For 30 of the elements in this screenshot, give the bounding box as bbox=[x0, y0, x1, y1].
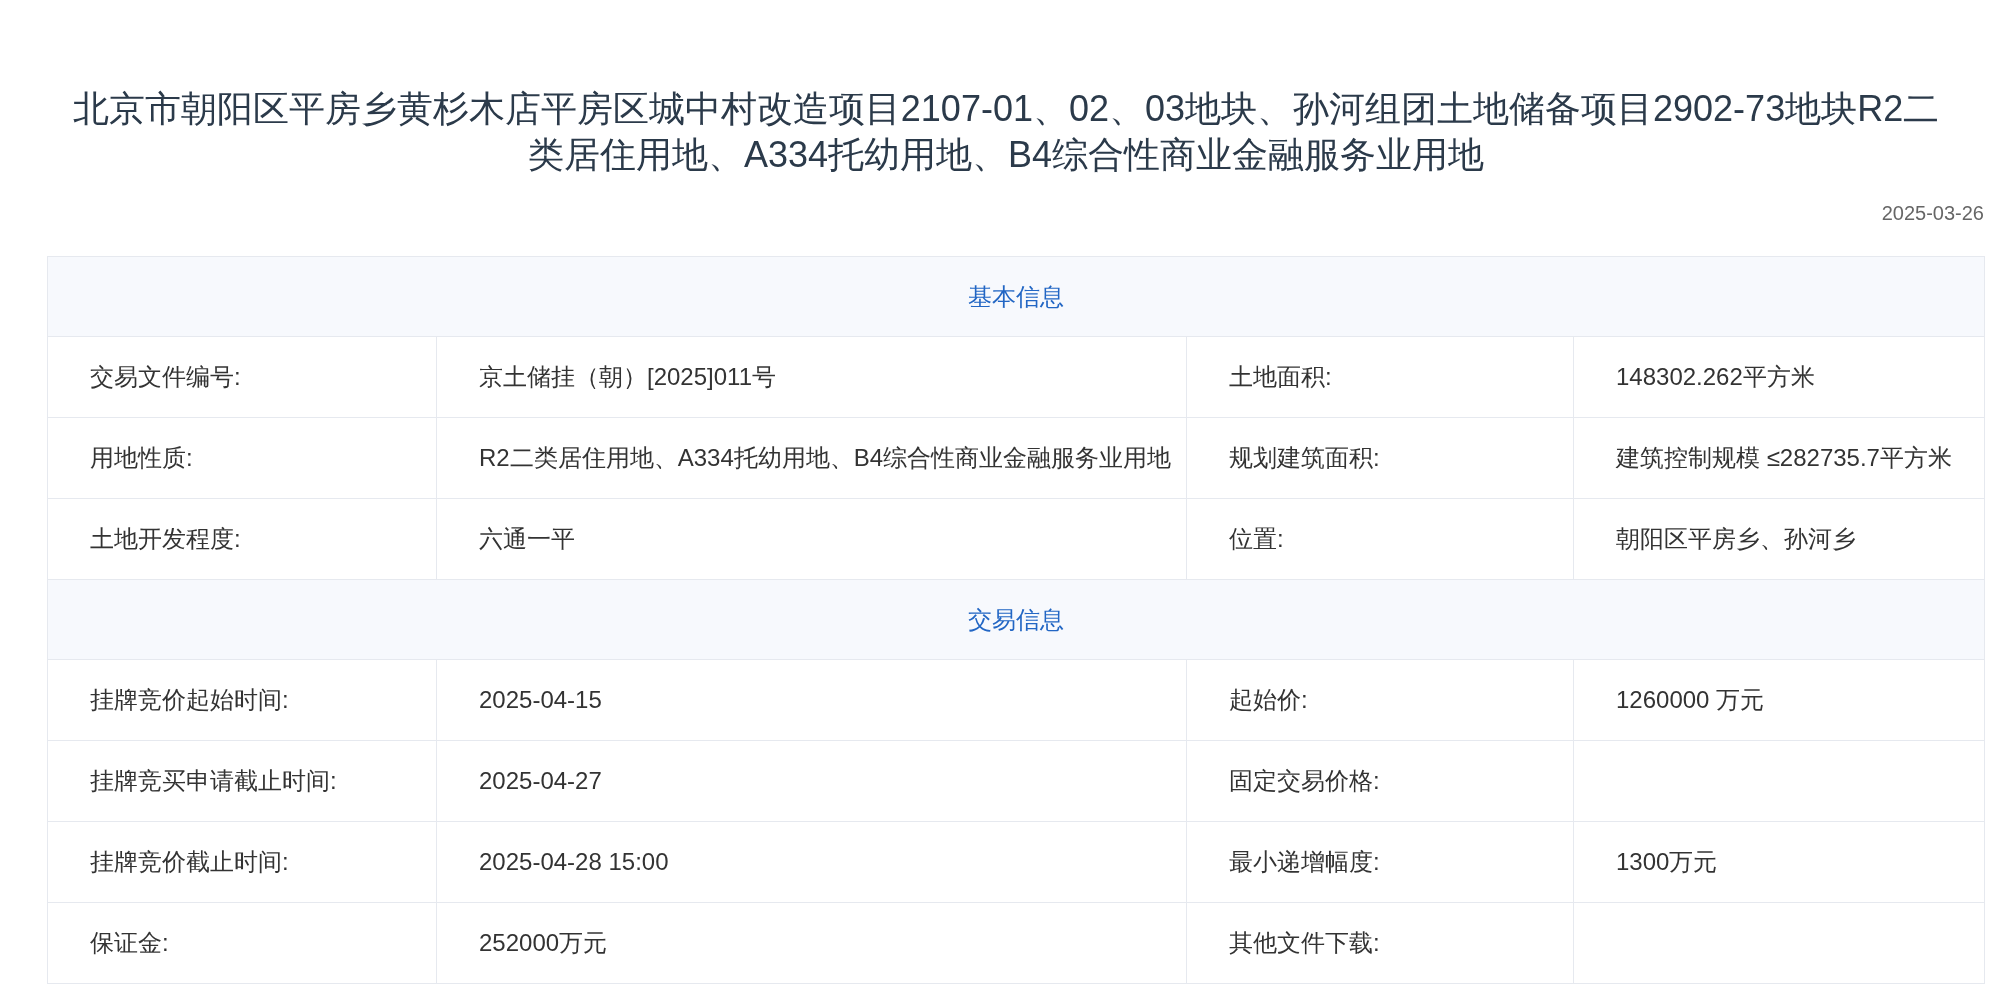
section-heading: 交易信息 bbox=[968, 604, 1064, 635]
field-label: 固定交易价格: bbox=[1229, 766, 1380, 796]
field-value: 1260000 万元 bbox=[1616, 685, 1765, 715]
field-value: R2二类居住用地、A334托幼用地、B4综合性商业金融服务业用地 bbox=[479, 443, 1172, 473]
field-label: 用地性质: bbox=[90, 443, 193, 473]
field-value: 京土储挂（朝）[2025]011号 bbox=[479, 362, 776, 392]
field-value: 朝阳区平房乡、孙河乡 bbox=[1616, 524, 1856, 554]
field-value: 2025-04-28 15:00 bbox=[479, 847, 669, 877]
field-value: 1300万元 bbox=[1616, 847, 1718, 877]
field-value: 148302.262平方米 bbox=[1616, 362, 1815, 392]
field-label: 最小递增幅度: bbox=[1229, 847, 1380, 877]
field-label: 挂牌竞价截止时间: bbox=[90, 847, 289, 877]
field-label: 挂牌竞价起始时间: bbox=[90, 685, 289, 715]
field-value: 六通一平 bbox=[479, 524, 575, 554]
field-value: 2025-04-15 bbox=[479, 685, 602, 715]
field-label: 保证金: bbox=[90, 928, 169, 958]
field-label: 位置: bbox=[1229, 524, 1284, 554]
field-label: 土地开发程度: bbox=[90, 524, 241, 554]
field-label: 挂牌竞买申请截止时间: bbox=[90, 766, 337, 796]
field-label: 其他文件下载: bbox=[1229, 928, 1380, 958]
publish-date: 2025-03-26 bbox=[1881, 201, 1984, 226]
page-title: 北京市朝阳区平房乡黄杉木店平房区城中村改造项目2107-01、02、03地块、孙河组团土地储备项目2902-73地块R2二类居住用地、A334托幼用地、B4综合性商业金融服务业用地 bbox=[71, 87, 1941, 177]
field-label: 交易文件编号: bbox=[90, 362, 241, 392]
field-label: 规划建筑面积: bbox=[1229, 443, 1380, 473]
section-heading: 基本信息 bbox=[968, 281, 1064, 312]
field-label: 起始价: bbox=[1229, 685, 1308, 715]
field-value: 建筑控制规模 ≤282735.7平方米 bbox=[1616, 443, 1952, 473]
field-value: 252000万元 bbox=[479, 928, 608, 958]
field-value: 2025-04-27 bbox=[479, 766, 602, 796]
field-label: 土地面积: bbox=[1229, 362, 1332, 392]
